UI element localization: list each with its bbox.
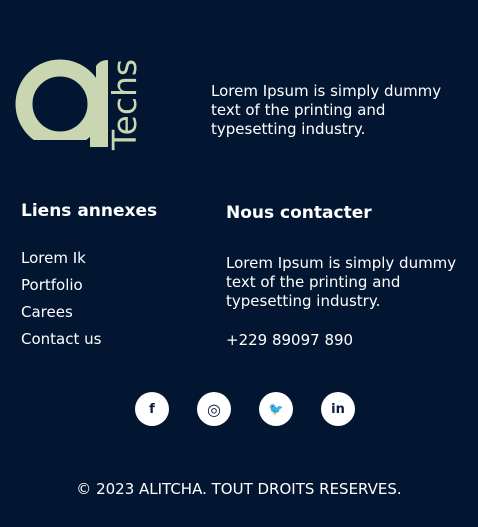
links-heading: Liens annexes	[21, 201, 158, 221]
link-lorem-ik[interactable]: Lorem Ik	[21, 249, 101, 276]
logo-text: Techs	[105, 59, 144, 151]
tagline: Lorem Ipsum is simply dummy text of the …	[211, 82, 442, 138]
link-carees[interactable]: Carees	[21, 303, 101, 330]
twitter-icon[interactable]: 🐦	[259, 392, 293, 426]
links-list: Lorem Ik Portfolio Carees Contact us	[21, 249, 101, 357]
brand-logo[interactable]: Techs	[14, 56, 144, 152]
contact-text: Lorem Ipsum is simply dummy text of the …	[226, 254, 457, 310]
copyright: © 2023 ALITCHA. TOUT DROITS RESERVES.	[76, 480, 402, 498]
linkedin-icon[interactable]: in	[321, 392, 355, 426]
contact-phone[interactable]: +229 89097 890	[226, 331, 353, 349]
link-portfolio[interactable]: Portfolio	[21, 276, 101, 303]
contact-heading: Nous contacter	[226, 203, 372, 223]
instagram-icon[interactable]: ◎	[197, 392, 231, 426]
facebook-icon[interactable]: f	[135, 392, 169, 426]
link-contact-us[interactable]: Contact us	[21, 330, 101, 357]
